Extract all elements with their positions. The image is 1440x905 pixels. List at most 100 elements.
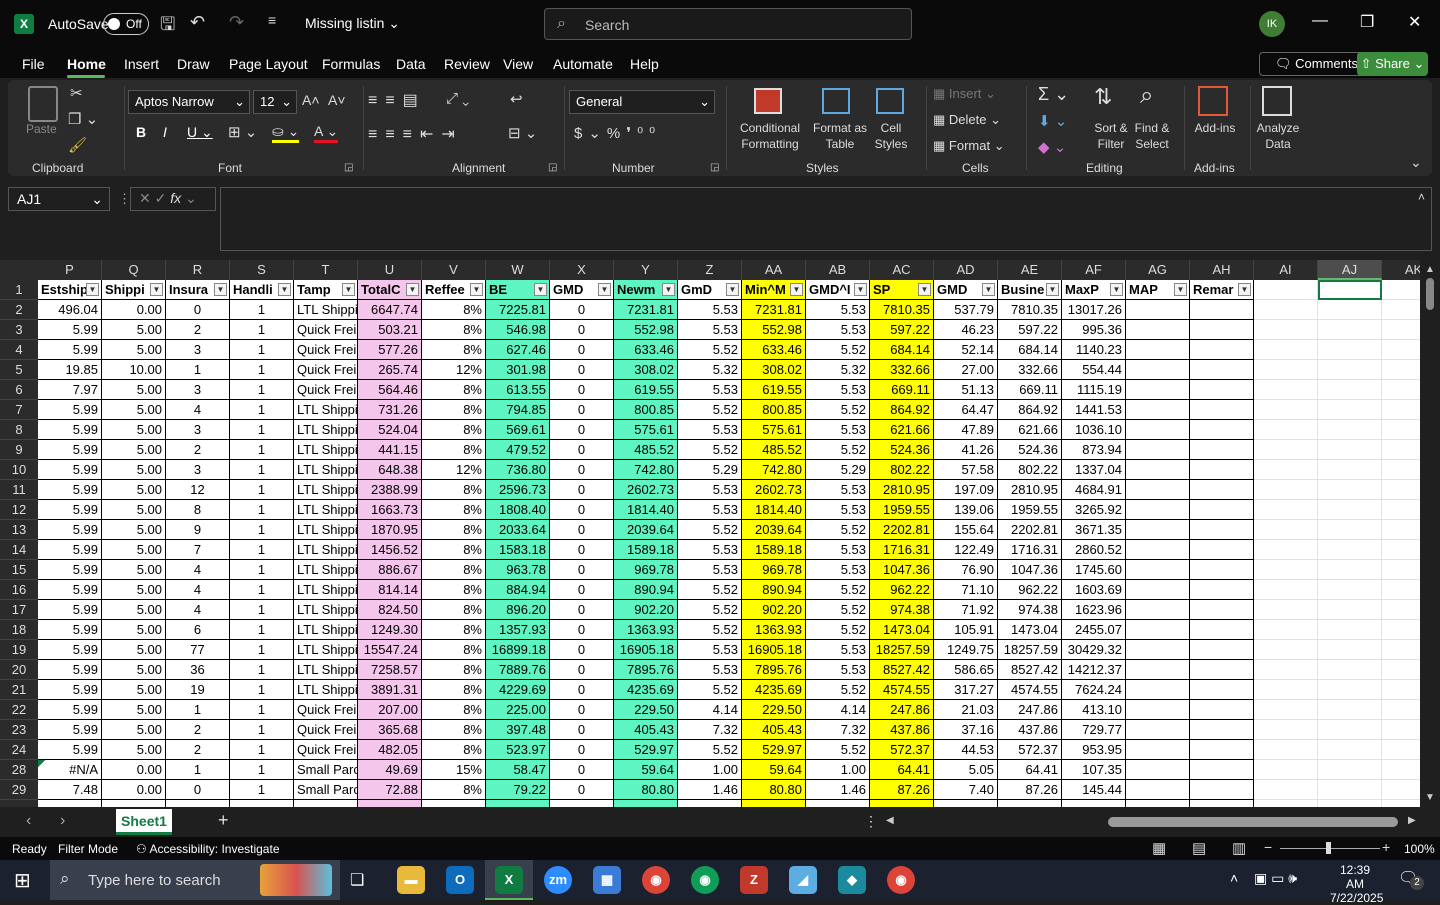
empty-cell[interactable] (1254, 540, 1318, 560)
table-cell[interactable]: 864.92 (998, 400, 1062, 420)
table-cell[interactable]: 1 (230, 580, 294, 600)
analyze-data-icon[interactable] (1262, 86, 1292, 116)
table-cell[interactable] (1190, 600, 1254, 620)
empty-cell[interactable] (1254, 720, 1318, 740)
table-cell[interactable]: 6647.74 (358, 300, 422, 320)
table-cell[interactable]: 2039.64 (614, 520, 678, 540)
table-cell[interactable]: 800.85 (742, 400, 806, 420)
empty-cell[interactable] (1254, 700, 1318, 720)
table-cell[interactable]: 15547.24 (358, 640, 422, 660)
undo-icon[interactable]: ↶ (190, 12, 205, 33)
table-cell[interactable]: 1 (230, 640, 294, 660)
name-box[interactable]: AJ1 ⌄ (8, 187, 110, 211)
table-cell[interactable]: 0 (550, 620, 614, 640)
table-cell[interactable]: 16905.18 (614, 640, 678, 660)
table-cell[interactable] (1126, 580, 1190, 600)
table-cell[interactable]: 800.85 (614, 400, 678, 420)
table-cell[interactable]: 4.14 (806, 700, 870, 720)
empty-cell[interactable] (1382, 660, 1420, 680)
empty-cell[interactable] (1382, 580, 1420, 600)
formula-buttons[interactable]: ✕ ✓ fx ⌄ (130, 187, 216, 211)
search-box[interactable]: ⌕ Search (544, 8, 912, 40)
table-cell[interactable] (38, 800, 102, 807)
empty-cell[interactable] (1318, 800, 1382, 807)
table-cell[interactable]: 5.52 (806, 400, 870, 420)
table-header-cell[interactable]: GMD ▼ (550, 280, 614, 300)
table-cell[interactable]: 1 (166, 700, 230, 720)
table-cell[interactable]: 80.80 (614, 780, 678, 800)
table-cell[interactable]: 0 (550, 320, 614, 340)
empty-cell[interactable] (1382, 700, 1420, 720)
table-cell[interactable]: 648.38 (358, 460, 422, 480)
row-header[interactable]: 12 (0, 500, 38, 520)
column-header-ak[interactable]: AK (1382, 260, 1420, 280)
table-cell[interactable]: 225.00 (486, 700, 550, 720)
table-cell[interactable]: 1814.40 (742, 500, 806, 520)
prev-sheet-icon[interactable]: ‹ (26, 812, 31, 830)
table-cell[interactable]: 8% (422, 380, 486, 400)
table-cell[interactable]: 8% (422, 780, 486, 800)
table-cell[interactable]: 890.94 (614, 580, 678, 600)
table-cell[interactable]: 1 (230, 660, 294, 680)
table-cell[interactable]: 7.48 (38, 780, 102, 800)
table-cell[interactable]: 1 (230, 720, 294, 740)
table-header-cell[interactable]: TotalC ▼ (358, 280, 422, 300)
add-ins-button[interactable]: Add-ins (1188, 120, 1242, 136)
column-header-s[interactable]: S (230, 260, 294, 280)
menu-insert[interactable]: Insert (124, 56, 159, 72)
table-cell[interactable] (1190, 400, 1254, 420)
chrome-icon[interactable]: ◉ (642, 866, 670, 894)
table-cell[interactable]: 627.46 (486, 340, 550, 360)
table-cell[interactable]: 8% (422, 440, 486, 460)
empty-cell[interactable] (1254, 460, 1318, 480)
fill-color-icon[interactable]: ⛀ ⌄ (272, 123, 300, 143)
table-cell[interactable] (1126, 620, 1190, 640)
table-cell[interactable]: 5.52 (678, 740, 742, 760)
table-cell[interactable]: 2033.64 (486, 520, 550, 540)
table-cell[interactable]: 5.00 (102, 660, 166, 680)
table-cell[interactable]: 0 (550, 460, 614, 480)
table-cell[interactable]: LTL Shippi (294, 400, 358, 420)
column-header-ag[interactable]: AG (1126, 260, 1190, 280)
empty-cell[interactable] (1254, 320, 1318, 340)
empty-cell[interactable] (1254, 500, 1318, 520)
filter-dropdown-icon[interactable]: ▼ (214, 283, 227, 296)
table-cell[interactable]: 5.53 (806, 640, 870, 660)
table-cell[interactable] (550, 800, 614, 807)
table-cell[interactable]: 3671.35 (1062, 520, 1126, 540)
table-cell[interactable]: 441.15 (358, 440, 422, 460)
table-cell[interactable]: 4235.69 (614, 680, 678, 700)
table-cell[interactable]: 2 (166, 740, 230, 760)
empty-cell[interactable] (1254, 660, 1318, 680)
table-cell[interactable]: Quick Frei (294, 740, 358, 760)
table-cell[interactable]: 5.99 (38, 620, 102, 640)
empty-cell[interactable] (1318, 400, 1382, 420)
empty-cell[interactable] (1382, 600, 1420, 620)
empty-cell[interactable] (1318, 520, 1382, 540)
empty-cell[interactable] (1382, 780, 1420, 800)
empty-cell[interactable] (1318, 480, 1382, 500)
table-cell[interactable]: 30429.32 (1062, 640, 1126, 660)
table-cell[interactable]: LTL Shippi (294, 620, 358, 640)
row-header[interactable]: 21 (0, 680, 38, 700)
table-cell[interactable]: 57.58 (934, 460, 998, 480)
table-cell[interactable]: Quick Frei (294, 320, 358, 340)
row-header[interactable]: 2 (0, 300, 38, 320)
table-cell[interactable]: 586.65 (934, 660, 998, 680)
table-cell[interactable]: 5.00 (102, 480, 166, 500)
row-header[interactable]: 16 (0, 580, 38, 600)
empty-cell[interactable] (1254, 380, 1318, 400)
table-cell[interactable]: Small Parc (294, 780, 358, 800)
table-cell[interactable]: 5.99 (38, 740, 102, 760)
table-cell[interactable]: 51.13 (934, 380, 998, 400)
empty-cell[interactable] (1318, 340, 1382, 360)
table-cell[interactable] (1190, 340, 1254, 360)
table-cell[interactable]: 5.52 (678, 440, 742, 460)
empty-cell[interactable] (1254, 520, 1318, 540)
table-cell[interactable]: 5.00 (102, 500, 166, 520)
table-cell[interactable]: 1337.04 (1062, 460, 1126, 480)
table-cell[interactable]: 731.26 (358, 400, 422, 420)
table-cell[interactable] (934, 800, 998, 807)
table-cell[interactable]: 5.53 (806, 660, 870, 680)
table-cell[interactable] (294, 800, 358, 807)
